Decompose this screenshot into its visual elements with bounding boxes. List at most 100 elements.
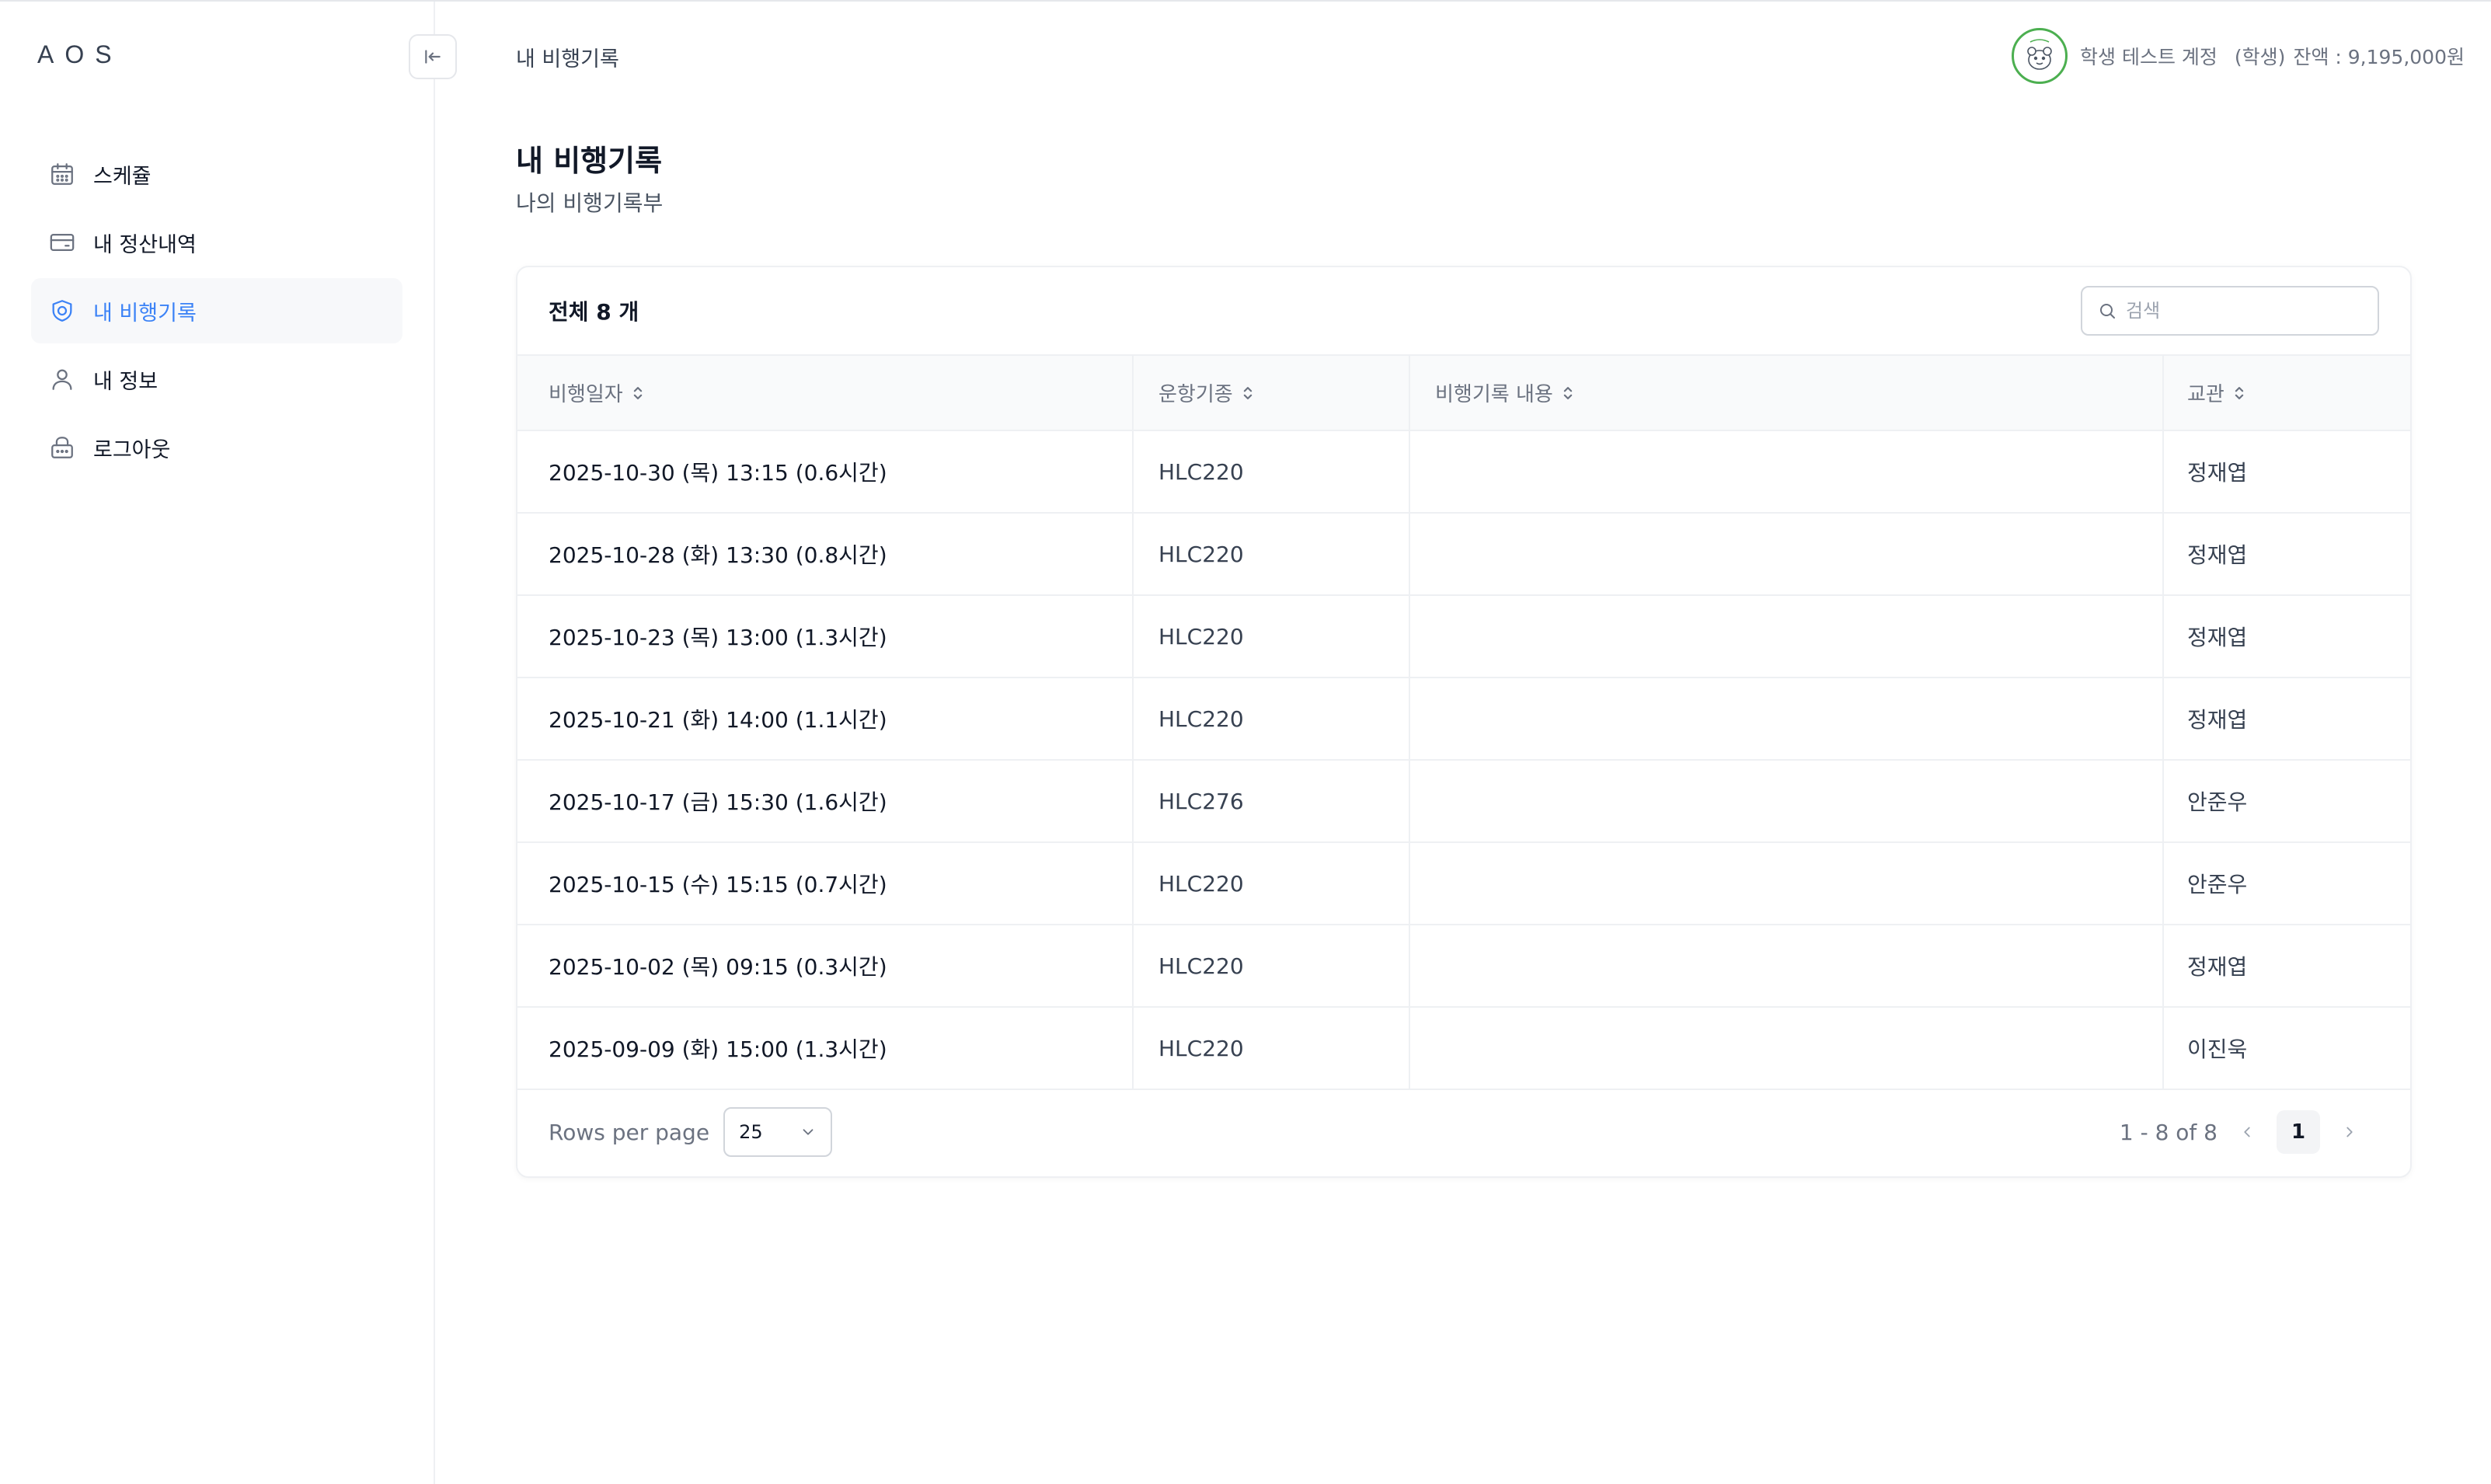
cell-date: 2025-10-02 (목) 09:15 (0.3시간) — [517, 925, 1134, 1008]
rows-per-page: Rows per page 25 — [549, 1107, 833, 1157]
cell-date: 2025-10-21 (화) 14:00 (1.1시간) — [517, 678, 1134, 761]
brand-logo[interactable]: AOS — [37, 40, 123, 69]
search-input[interactable] — [2126, 300, 2359, 322]
flight-log-table: 비행일자 운항기종 비행기록 내용 교관 2025-10-30 (목) 13:1… — [517, 356, 2410, 1090]
cell-content — [1409, 430, 2164, 514]
prev-page-button[interactable] — [2231, 1116, 2263, 1148]
cell-content — [1409, 1007, 2164, 1090]
cell-instructor: 정재엽 — [2163, 430, 2410, 514]
user-role: (학생) — [2234, 46, 2286, 68]
cell-instructor: 정재엽 — [2163, 678, 2410, 761]
calendar-icon — [48, 160, 76, 188]
cell-content — [1409, 925, 2164, 1008]
cell-aircraft: HLC276 — [1133, 760, 1410, 843]
sort-icon — [2232, 385, 2246, 402]
column-header-instructor[interactable]: 교관 — [2163, 356, 2410, 431]
user-name: 학생 테스트 계정 — [2080, 46, 2218, 68]
table-footer: Rows per page 25 1 - 8 of 8 1 — [517, 1088, 2410, 1176]
sidebar-item-label: 스케쥴 — [93, 164, 152, 189]
breadcrumb: 내 비행기록 — [516, 47, 619, 71]
table-row[interactable]: 2025-10-15 (수) 15:15 (0.7시간) HLC220 안준우 — [517, 842, 2410, 925]
cell-instructor: 안준우 — [2163, 842, 2410, 925]
cell-content — [1409, 595, 2164, 678]
table-row[interactable]: 2025-10-28 (화) 13:30 (0.8시간) HLC220 정재엽 — [517, 513, 2410, 596]
column-header-aircraft[interactable]: 운항기종 — [1133, 356, 1410, 431]
shield-icon — [48, 297, 76, 325]
table-row[interactable]: 2025-10-23 (목) 13:00 (1.3시간) HLC220 정재엽 — [517, 595, 2410, 678]
cell-content — [1409, 678, 2164, 761]
sidebar-item-label: 내 정보 — [93, 369, 159, 394]
sort-icon — [1241, 385, 1255, 402]
page-number-button[interactable]: 1 — [2277, 1110, 2320, 1154]
column-header-label: 교관 — [2187, 383, 2224, 406]
column-header-content[interactable]: 비행기록 내용 — [1409, 356, 2164, 431]
cell-instructor: 정재엽 — [2163, 513, 2410, 596]
rows-per-page-value: 25 — [739, 1121, 763, 1143]
table-row[interactable]: 2025-10-17 (금) 15:30 (1.6시간) HLC276 안준우 — [517, 760, 2410, 843]
sidebar-item-label: 내 정산내역 — [93, 232, 197, 257]
sidebar-item-label: 내 비행기록 — [93, 301, 197, 326]
page-range: 1 - 8 of 8 — [2119, 1119, 2218, 1145]
column-header-label: 비행기록 내용 — [1435, 383, 1553, 406]
sidebar: AOS 스케쥴 내 정산내역 내 비행기록 내 정보 로그아웃 — [0, 2, 457, 1484]
rows-per-page-select[interactable]: 25 — [723, 1107, 833, 1157]
column-header-label: 비행일자 — [549, 383, 623, 406]
cell-aircraft: HLC220 — [1133, 513, 1410, 596]
cell-aircraft: HLC220 — [1133, 842, 1410, 925]
sidebar-item-my-info[interactable]: 내 정보 — [31, 347, 402, 412]
sidebar-item-flight-log[interactable]: 내 비행기록 — [31, 278, 402, 343]
next-page-button[interactable] — [2334, 1116, 2365, 1148]
table-row[interactable]: 2025-10-21 (화) 14:00 (1.1시간) HLC220 정재엽 — [517, 678, 2410, 761]
credit-card-icon — [48, 228, 76, 256]
cell-date: 2025-10-28 (화) 13:30 (0.8시간) — [517, 513, 1134, 596]
search-box[interactable] — [2081, 286, 2379, 336]
sort-icon — [631, 385, 645, 402]
sort-icon — [1561, 385, 1575, 402]
user-icon — [48, 365, 76, 393]
cell-instructor: 정재엽 — [2163, 595, 2410, 678]
chevron-down-icon — [803, 1129, 813, 1135]
cell-aircraft: HLC220 — [1133, 430, 1410, 514]
cell-aircraft: HLC220 — [1133, 595, 1410, 678]
table-row[interactable]: 2025-10-02 (목) 09:15 (0.3시간) HLC220 정재엽 — [517, 925, 2410, 1008]
cell-date: 2025-10-15 (수) 15:15 (0.7시간) — [517, 842, 1134, 925]
page-subtitle: 나의 비행기록부 — [516, 190, 664, 216]
cell-aircraft: HLC220 — [1133, 1007, 1410, 1090]
pagination: 1 - 8 of 8 1 — [2120, 1110, 2379, 1154]
sidebar-nav: 스케쥴 내 정산내역 내 비행기록 내 정보 로그아웃 — [31, 141, 402, 483]
user-menu[interactable]: 학생 테스트 계정 (학생) 잔액 : 9,195,000원 — [2012, 28, 2465, 84]
sidebar-item-settlement[interactable]: 내 정산내역 — [31, 210, 402, 275]
table-row[interactable]: 2025-09-09 (화) 15:00 (1.3시간) HLC220 이진욱 — [517, 1007, 2410, 1090]
cell-content — [1409, 842, 2164, 925]
flight-log-card: 전체 8 개 비행일자 운항기종 비행기록 내용 — [516, 266, 2412, 1178]
cell-date: 2025-10-17 (금) 15:30 (1.6시간) — [517, 760, 1134, 843]
table-header-row: 비행일자 운항기종 비행기록 내용 교관 — [517, 356, 2410, 431]
column-header-label: 운항기종 — [1158, 383, 1233, 406]
sidebar-item-logout[interactable]: 로그아웃 — [31, 415, 402, 480]
card-header: 전체 8 개 — [517, 267, 2410, 356]
cell-aircraft: HLC220 — [1133, 925, 1410, 1008]
mascot-icon — [2027, 39, 2052, 70]
cell-aircraft: HLC220 — [1133, 678, 1410, 761]
cell-instructor: 정재엽 — [2163, 925, 2410, 1008]
balance-text: 잔액 : 9,195,000원 — [2293, 46, 2465, 68]
lock-icon — [48, 434, 76, 462]
column-header-date[interactable]: 비행일자 — [517, 356, 1134, 431]
chevron-left-icon — [2244, 1127, 2250, 1137]
collapse-left-icon — [425, 50, 441, 64]
table-row[interactable]: 2025-10-30 (목) 13:15 (0.6시간) HLC220 정재엽 — [517, 430, 2410, 514]
cell-instructor: 이진욱 — [2163, 1007, 2410, 1090]
avatar[interactable] — [2012, 28, 2068, 84]
cell-date: 2025-09-09 (화) 15:00 (1.3시간) — [517, 1007, 1134, 1090]
page-title: 내 비행기록 — [516, 144, 663, 178]
cell-content — [1409, 513, 2164, 596]
cell-content — [1409, 760, 2164, 843]
search-icon — [2100, 304, 2115, 319]
collapse-sidebar-button[interactable] — [409, 34, 457, 79]
sidebar-item-label: 로그아웃 — [93, 437, 171, 462]
cell-instructor: 안준우 — [2163, 760, 2410, 843]
total-count: 전체 8 개 — [549, 299, 639, 325]
sidebar-item-schedule[interactable]: 스케쥴 — [31, 141, 402, 207]
cell-date: 2025-10-30 (목) 13:15 (0.6시간) — [517, 430, 1134, 514]
cell-date: 2025-10-23 (목) 13:00 (1.3시간) — [517, 595, 1134, 678]
